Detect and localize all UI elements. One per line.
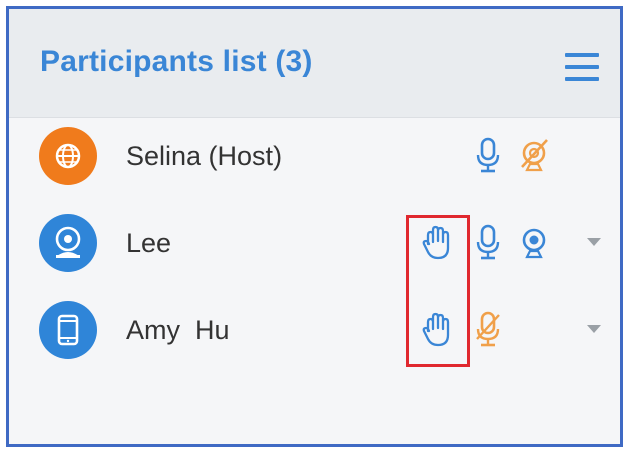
microphone-icon[interactable] [471,135,505,175]
dropdown-arrow-icon[interactable] [587,325,601,333]
participants-panel: Participants list (3) Selina (Host) Lee … [6,6,623,447]
participant-row-selina[interactable]: Selina (Host) [9,115,620,195]
participant-row-amy-hu[interactable]: Amy Hu [9,289,620,369]
camera-off-icon[interactable] [517,135,551,175]
participant-name: Amy Hu [126,315,230,345]
microphone-muted-icon[interactable] [471,309,505,349]
dropdown-arrow-icon[interactable] [587,238,601,246]
raised-hands-highlight [406,215,470,367]
globe-icon [39,127,97,185]
webcam-icon [39,214,97,272]
participant-name: Selina (Host) [126,141,283,171]
panel-header: Participants list (3) [9,9,620,118]
participant-name: Lee [126,228,172,258]
hamburger-menu-icon[interactable] [565,53,599,83]
microphone-icon[interactable] [471,222,505,262]
participant-row-lee[interactable]: Lee [9,202,620,282]
mobile-phone-icon [39,301,97,359]
panel-title: Participants list (3) [40,45,313,78]
camera-icon[interactable] [517,222,551,262]
